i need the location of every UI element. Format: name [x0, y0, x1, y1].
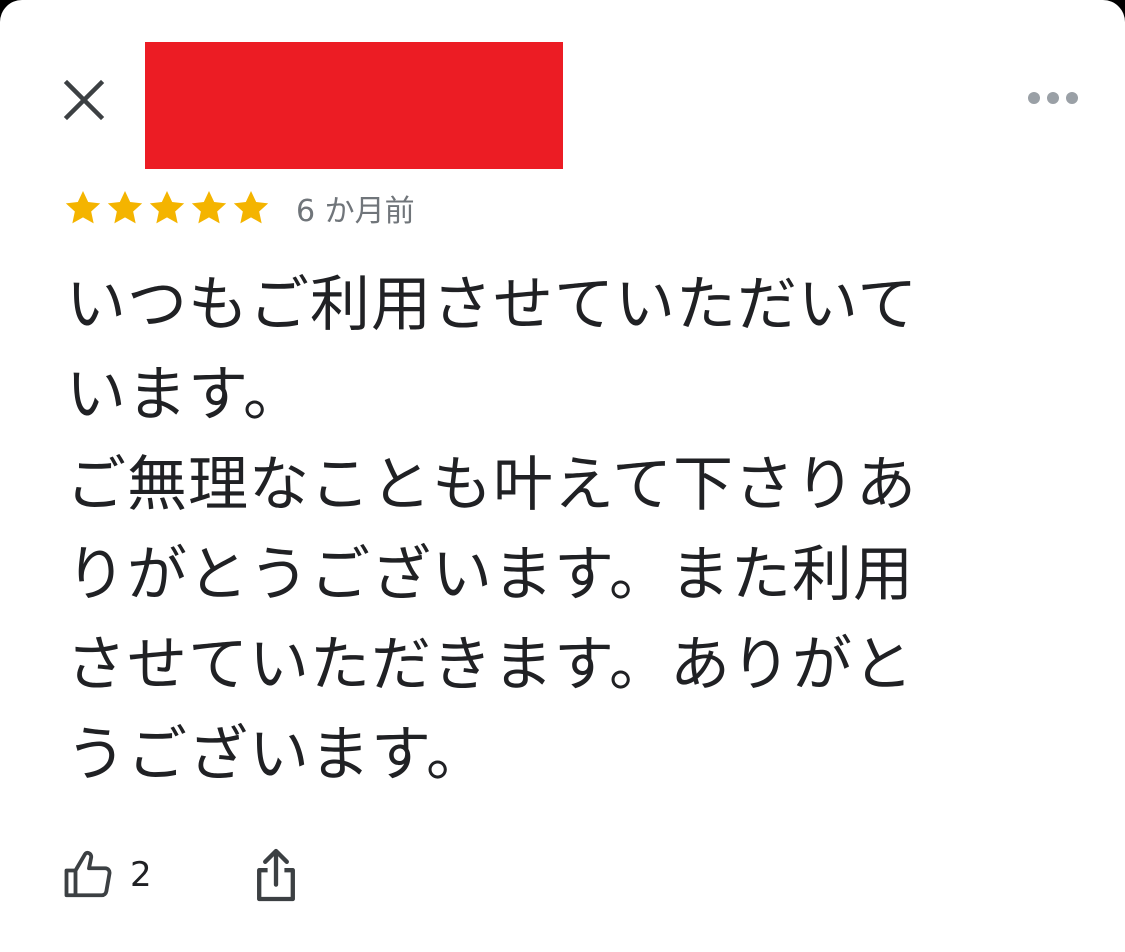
star-icon: [191, 191, 227, 224]
review-actions: 2: [62, 840, 300, 910]
star-icon: [149, 191, 185, 224]
more-options-button[interactable]: [1022, 80, 1084, 116]
review-time: 6 か月前: [296, 194, 415, 229]
rating-row: 6 か月前: [62, 184, 415, 232]
like-button[interactable]: 2: [62, 848, 152, 902]
star-rating: [62, 188, 272, 228]
review-text: いつもご利用させていただいて います。 ご無理なことも叶えて下さりあ りがとうご…: [66, 270, 919, 790]
review-card: 6 か月前 いつもご利用させていただいて います。 ご無理なことも叶えて下さりあ…: [0, 0, 1125, 952]
more-horizontal-icon: [1028, 92, 1078, 104]
share-icon: [256, 848, 295, 902]
star-icon: [233, 191, 269, 224]
close-icon: [63, 79, 105, 121]
like-count: 2: [130, 855, 152, 895]
star-icon: [65, 191, 101, 224]
redacted-reviewer-name: [145, 42, 563, 169]
share-button[interactable]: [252, 846, 300, 904]
star-icon: [107, 191, 143, 224]
close-button[interactable]: [56, 72, 112, 128]
thumbs-up-icon: [64, 850, 112, 898]
